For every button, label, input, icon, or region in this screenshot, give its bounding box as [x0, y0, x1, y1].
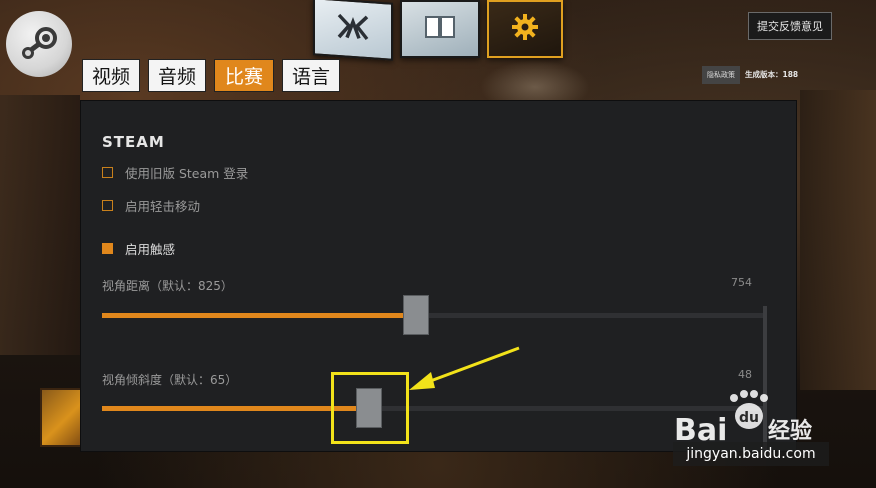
tab-video[interactable]: 视频 [82, 59, 140, 92]
camera-pitch-slider[interactable] [102, 388, 764, 428]
tab-language[interactable]: 语言 [282, 59, 340, 92]
option-legacy-steam-login[interactable]: 使用旧版 Steam 登录 [102, 163, 248, 182]
privacy-policy-button[interactable]: 隐私政策 [702, 66, 740, 84]
dashboard-card-guides[interactable] [400, 0, 480, 58]
background-hero-figure [480, 60, 590, 105]
steam-logo-icon[interactable] [6, 11, 72, 77]
dota-hero-icon [335, 11, 371, 48]
book-icon [423, 13, 457, 45]
dashboard-card-settings[interactable] [487, 0, 563, 58]
gear-icon [510, 12, 540, 46]
checkbox[interactable] [102, 167, 113, 178]
build-version-label: 生成版本：188 [745, 70, 799, 79]
annotation-arrow-icon [409, 346, 520, 390]
background-scene-right [800, 90, 876, 390]
camera-distance-slider[interactable] [102, 295, 764, 335]
option-haptics[interactable]: 启用触感 [102, 239, 175, 258]
dashboard-card-heroes[interactable] [313, 0, 393, 61]
slider-fill [102, 313, 407, 318]
tab-audio[interactable]: 音频 [148, 59, 206, 92]
camera-distance-value: 754 [731, 276, 752, 289]
option-label: 启用触感 [125, 242, 176, 257]
option-label: 使用旧版 Steam 登录 [125, 166, 249, 181]
svg-text:Bai: Bai [674, 413, 727, 442]
option-tap-to-move[interactable]: 启用轻击移动 [102, 196, 200, 215]
camera-pitch-value: 48 [738, 368, 752, 381]
checkbox[interactable] [102, 200, 113, 211]
feedback-button[interactable]: 提交反馈意见 [748, 12, 832, 40]
slider-fill [102, 406, 360, 411]
background-scene-left [0, 95, 80, 355]
highlight-box [331, 372, 409, 444]
section-title: STEAM [102, 133, 165, 151]
watermark-url: jingyan.baidu.com [673, 442, 829, 466]
slider-thumb[interactable] [403, 295, 429, 335]
baidu-jingyan-watermark: du Bai 经验 [674, 390, 812, 442]
svg-text:du: du [739, 410, 759, 426]
option-label: 启用轻击移动 [125, 199, 201, 214]
svg-text:经验: 经验 [768, 418, 812, 442]
tab-game[interactable]: 比赛 [214, 59, 274, 92]
checkbox-checked[interactable] [102, 243, 113, 254]
camera-distance-label: 视角距离（默认：825） [102, 279, 233, 293]
camera-pitch-label: 视角倾斜度（默认：65） [102, 373, 238, 387]
